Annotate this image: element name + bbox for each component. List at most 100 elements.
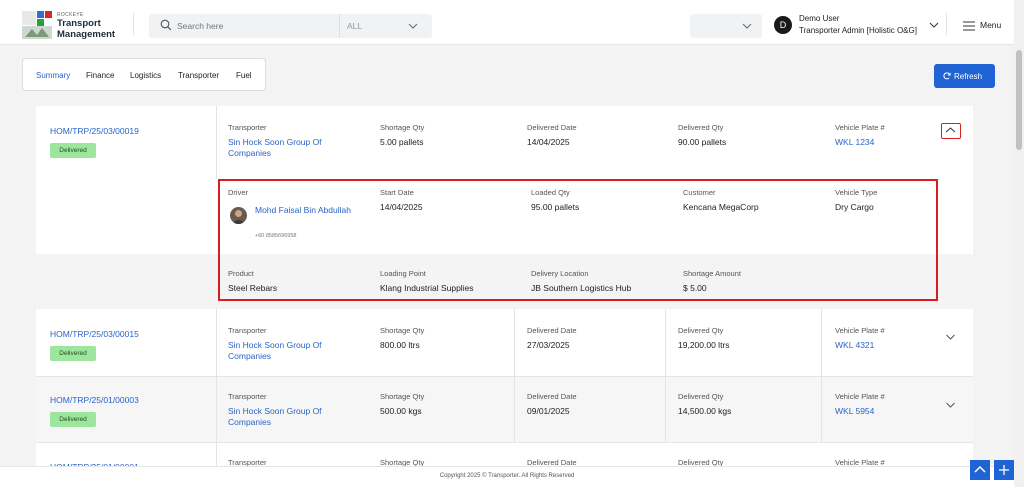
delivered-qty-col: Delivered Qty 90.00 pallets [678, 123, 726, 148]
delivered-date-col: Delivered Date 27/03/2025 [527, 326, 577, 351]
status-badge: Delivered [50, 346, 96, 361]
search-input[interactable] [177, 17, 327, 35]
transporter-value[interactable]: Sin Hock Soon Group Of Companies [228, 340, 348, 362]
delivered-qty-value: 90.00 pallets [678, 137, 727, 147]
refresh-label: Refresh [954, 72, 983, 81]
shortage-label: Shortage Qty [380, 458, 425, 466]
loaded-qty-value: 95.00 pallets [531, 202, 580, 212]
trip-row-expanded[interactable]: HOM/TRP/25/03/00019 Delivered Transporte… [36, 106, 973, 309]
shortage-value: 500.00 kgs [380, 406, 422, 416]
plate-label: Vehicle Plate # [835, 392, 885, 401]
transporter-value[interactable]: Sin Hock Soon Group Of Companies [228, 406, 348, 428]
tab-fuel[interactable]: Fuel [236, 71, 252, 80]
loading-point-label: Loading Point [380, 269, 426, 278]
start-date-value: 14/04/2025 [380, 202, 423, 212]
product-label: Product [228, 269, 254, 278]
plus-icon [999, 465, 1009, 475]
plate-value[interactable]: WKL 5954 [835, 406, 885, 417]
trip-row[interactable]: HOM/TRP/25/03/00015 Delivered Transporte… [36, 309, 973, 377]
customer-value: Kencana MegaCorp [683, 202, 759, 212]
search-scope-select[interactable]: ALL [339, 14, 432, 38]
tab-summary[interactable]: Summary [36, 71, 70, 80]
expand-chevron-icon[interactable] [945, 333, 956, 341]
company-select[interactable] [690, 14, 762, 38]
status-badge: Delivered [50, 412, 96, 427]
tab-transporter[interactable]: Transporter [178, 71, 219, 80]
delivered-date-value: 27/03/2025 [527, 340, 570, 350]
trip-id-cell: HOM/TRP/25/03/00015 Delivered [36, 309, 217, 376]
transporter-label: Transporter [228, 392, 267, 401]
delivered-qty-value: 19,200.00 ltrs [678, 340, 730, 350]
transporter-col: Transporter Sin Hock Soon Group Of Compa… [228, 392, 348, 428]
chevron-down-icon [742, 23, 752, 29]
column-divider [514, 377, 515, 442]
delivered-date-col: Delivered Date 14/04/2025 [527, 123, 577, 148]
shortage-value: 800.00 ltrs [380, 340, 420, 350]
plate-col: Vehicle Plate # WKL 4321 [835, 326, 885, 351]
hamburger-menu-icon[interactable] [963, 21, 975, 31]
plate-col: Vehicle Plate # WKL 1234 [835, 123, 885, 148]
transporter-col: Transporter [228, 458, 267, 466]
plate-label: Vehicle Plate # [835, 326, 885, 335]
refresh-icon [943, 72, 951, 80]
header-divider [133, 13, 134, 35]
delivered-date-value: 14/04/2025 [527, 137, 570, 147]
logo-icon [22, 11, 52, 39]
chevron-up-icon [974, 465, 986, 473]
product-col: Product Steel Rebars [228, 269, 277, 294]
page-scrollbar[interactable] [1014, 0, 1024, 487]
delivered-qty-label: Delivered Qty [678, 123, 724, 132]
refresh-button[interactable]: Refresh [934, 64, 995, 88]
top-header: ROCKEYE Transport Management ALL D Demo … [0, 0, 1014, 45]
delivery-location-value: JB Southern Logistics Hub [531, 283, 632, 293]
delivered-date-col: Delivered Date 09/01/2025 [527, 392, 577, 417]
add-button[interactable] [994, 460, 1014, 480]
brand-line1: Transport [57, 18, 101, 29]
transporter-value[interactable]: Sin Hock Soon Group Of Companies [228, 137, 348, 159]
user-name: Demo User [799, 14, 840, 23]
menu-button[interactable]: Menu [980, 20, 1001, 30]
trip-id-cell: HOM/TRP/25/03/00019 Delivered [36, 106, 217, 179]
shortage-amount-value: $ 5.00 [683, 283, 707, 293]
tab-logistics[interactable]: Logistics [130, 71, 161, 80]
expand-chevron-icon[interactable] [945, 401, 956, 409]
vehicle-type-label: Vehicle Type [835, 188, 878, 197]
collapse-button[interactable] [941, 123, 961, 139]
plate-value[interactable]: WKL 1234 [835, 137, 885, 148]
shortage-col: Shortage Qty 500.00 kgs [380, 392, 424, 417]
loaded-qty-col: Loaded Qty 95.00 pallets [531, 188, 579, 213]
header-divider [946, 13, 947, 35]
delivered-date-label: Delivered Date [527, 458, 577, 466]
vehicle-type-col: Vehicle Type Dry Cargo [835, 188, 877, 213]
driver-name-link[interactable]: Mohd Faisal Bin Abdullah [255, 205, 355, 215]
delivered-qty-label: Delivered Qty [678, 326, 724, 335]
plate-value[interactable]: WKL 4321 [835, 340, 885, 351]
plate-col: Vehicle Plate # [835, 458, 885, 466]
column-divider [821, 377, 822, 442]
scrollbar-thumb[interactable] [1016, 50, 1022, 150]
driver-label: Driver [228, 188, 248, 197]
trip-row[interactable]: HOM/TRP/25/01/00003 Delivered Transporte… [36, 377, 973, 443]
vehicle-type-value: Dry Cargo [835, 202, 874, 212]
transporter-label: Transporter [228, 458, 267, 466]
delivered-date-label: Delivered Date [527, 326, 577, 335]
search-scope-value: ALL [347, 21, 363, 31]
user-avatar[interactable]: D [774, 16, 792, 34]
trip-row[interactable]: HOM/TRP/25/01/00001 Transporter Shortage… [36, 443, 973, 466]
user-menu-chevron-icon[interactable] [929, 21, 939, 29]
shortage-label: Shortage Qty [380, 326, 425, 335]
column-divider [514, 309, 515, 376]
transporter-col: Transporter Sin Hock Soon Group Of Compa… [228, 123, 348, 159]
tab-finance[interactable]: Finance [86, 71, 114, 80]
delivered-date-label: Delivered Date [527, 123, 577, 132]
shortage-col: Shortage Qty 800.00 ltrs [380, 326, 424, 351]
brand-logo[interactable]: ROCKEYE Transport Management [22, 11, 117, 40]
page-footer: Copyright 2025 © Transporter. All Rights… [0, 466, 1014, 487]
trip-id-link[interactable]: HOM/TRP/25/03/00019 [50, 126, 139, 136]
trip-id-link[interactable]: HOM/TRP/25/01/00003 [50, 395, 139, 405]
trip-id-link[interactable]: HOM/TRP/25/03/00015 [50, 329, 139, 339]
brand-line2: Management [57, 29, 116, 40]
scroll-top-button[interactable] [970, 460, 990, 480]
search-box[interactable] [149, 14, 339, 38]
driver-avatar [230, 207, 247, 224]
